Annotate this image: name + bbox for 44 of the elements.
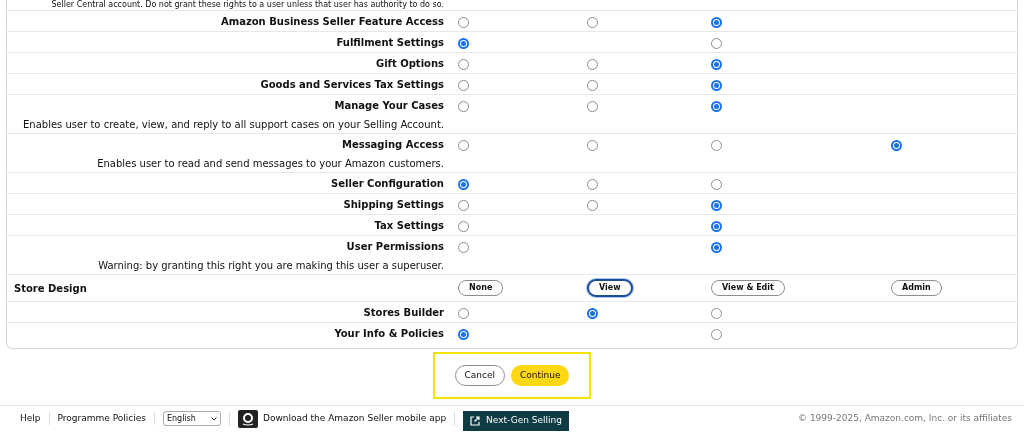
permission-label: Amazon Business Seller Feature Access — [221, 15, 444, 28]
access-level-button[interactable]: None — [458, 280, 504, 296]
radio-button[interactable] — [711, 221, 722, 232]
radio-button[interactable] — [711, 101, 722, 112]
access-level-button[interactable]: View & Edit — [711, 280, 785, 296]
access-level-button[interactable]: View — [587, 279, 633, 297]
radio-button[interactable] — [891, 140, 902, 151]
radio-button[interactable] — [458, 329, 469, 340]
permission-label: Shipping Settings — [343, 198, 444, 211]
radio-button[interactable] — [711, 17, 722, 28]
permission-description: Enables user to create, view, and reply to all support cases on your Selling Account. — [23, 118, 444, 132]
permission-label: Gift Options — [375, 57, 444, 70]
permission-label: Stores Builder — [363, 306, 444, 319]
radio-button[interactable] — [458, 179, 469, 190]
copyright-text: © 1999-2025, Amazon.com, Inc. or its affiliates — [798, 411, 1012, 425]
section-title: Store Design — [13, 281, 88, 296]
access-level-button[interactable]: Admin — [891, 280, 942, 296]
external-link-icon — [470, 416, 481, 426]
radio-button[interactable] — [458, 38, 469, 49]
amazon-app-icon — [237, 409, 258, 428]
footer-link[interactable]: Programme Policies — [57, 411, 155, 426]
permission-description: Enables user to read and send messages to your Amazon customers. — [97, 157, 444, 171]
continue-button[interactable]: Continue — [511, 365, 570, 386]
permission-label: Fulfilment Settings — [336, 36, 444, 49]
permission-description: Warning: by granting this right you are making this user a superuser. — [98, 259, 444, 273]
permission-label: Goods and Services Tax Settings — [260, 78, 444, 91]
permission-label: Seller Configuration — [331, 177, 444, 190]
cancel-button[interactable]: Cancel — [454, 365, 505, 386]
permission-label: Manage Your Cases — [334, 99, 444, 112]
radio-button[interactable] — [711, 200, 722, 211]
footer-link[interactable]: Help — [20, 411, 50, 426]
permission-label: Your Info & Policies — [334, 327, 444, 340]
permission-label: Tax Settings — [374, 219, 444, 232]
radio-button[interactable] — [587, 308, 598, 319]
permission-description: Seller Central account. Do not grant these rights to a user unless that user has authority to do so. — [51, 0, 444, 10]
chevron-down-icon — [210, 416, 217, 421]
app-download-link[interactable]: Download the Amazon Seller mobile app — [262, 411, 447, 426]
permission-label: Messaging Access — [342, 138, 444, 151]
radio-button[interactable] — [711, 80, 722, 91]
permission-label: User Permissions — [346, 240, 444, 253]
language-select[interactable]: English — [162, 411, 221, 426]
radio-button[interactable] — [711, 242, 722, 253]
next-gen-selling-button[interactable]: Next-Gen Selling — [463, 411, 569, 431]
radio-button[interactable] — [711, 59, 722, 70]
